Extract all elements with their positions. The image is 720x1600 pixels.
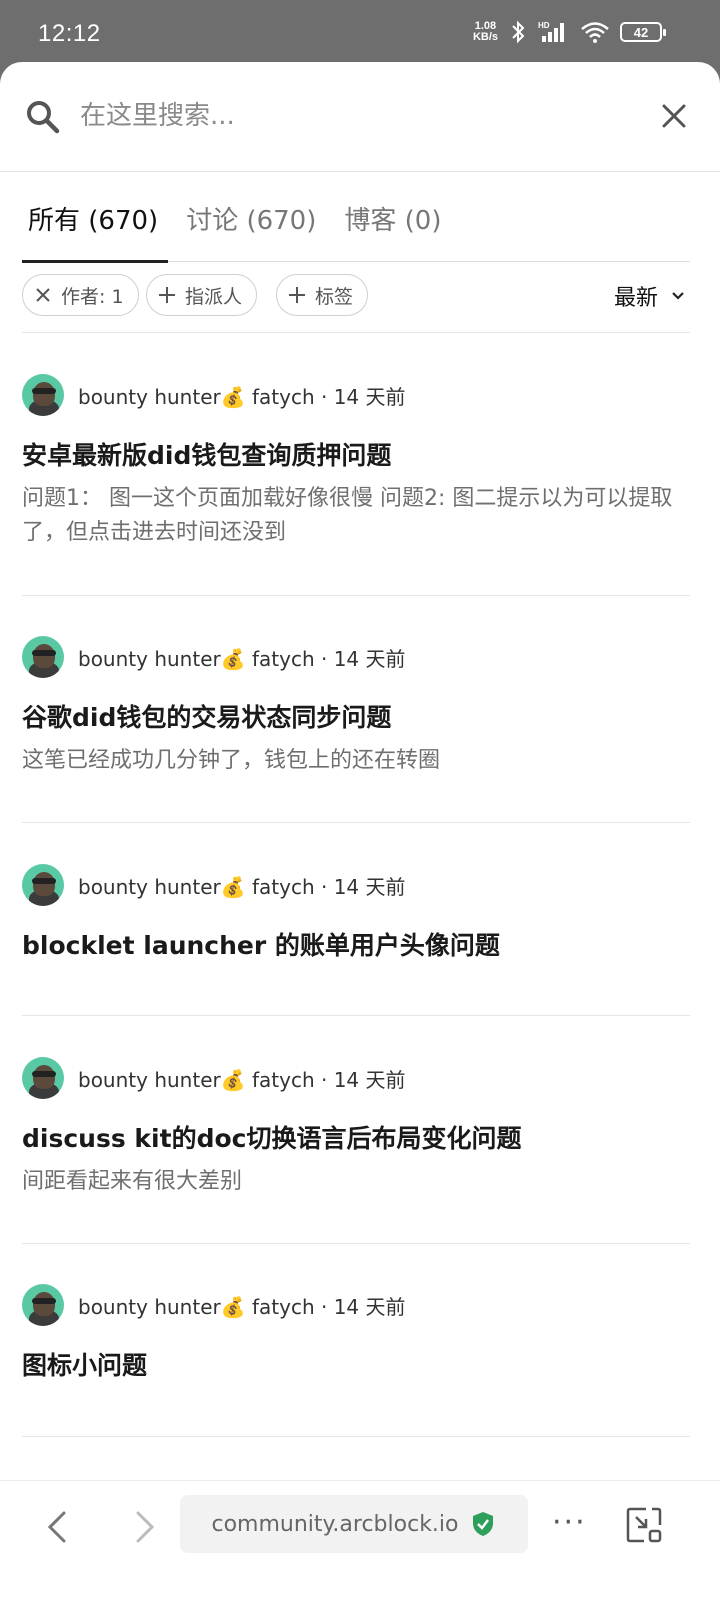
plus-icon	[159, 287, 175, 303]
tab-blogs[interactable]: 博客 (0)	[338, 190, 447, 261]
post-item[interactable]: bounty hunter💰 fatych · 14 天前 blocklet l…	[22, 864, 690, 1016]
bluetooth-icon	[512, 20, 525, 44]
tab-discussions[interactable]: 讨论 (670)	[180, 190, 322, 261]
status-bar: 12:12 1.08 KB/s HD 42	[0, 0, 720, 62]
post-item[interactable]: bounty hunter💰 fatych · 14 天前 图标小问题	[22, 1284, 690, 1437]
post-meta: bounty hunter💰 fatych · 14 天前	[22, 636, 406, 678]
browser-toolbar: community.arcblock.io ···	[0, 1480, 720, 1600]
author-filter-chip[interactable]: 作者: 1	[22, 274, 139, 316]
avatar[interactable]	[22, 1284, 64, 1326]
post-author[interactable]: bounty hunter💰 fatych · 14 天前	[78, 1064, 406, 1093]
tab-all[interactable]: 所有 (670)	[22, 190, 169, 263]
plus-icon	[289, 287, 305, 303]
avatar[interactable]	[22, 636, 64, 678]
post-author[interactable]: bounty hunter💰 fatych · 14 天前	[78, 381, 406, 410]
post-item[interactable]: bounty hunter💰 fatych · 14 天前 discuss ki…	[22, 1057, 690, 1244]
close-icon[interactable]	[33, 285, 53, 305]
avatar[interactable]	[22, 1057, 64, 1099]
svg-text:HD: HD	[538, 21, 550, 30]
post-meta: bounty hunter💰 fatych · 14 天前	[22, 1057, 406, 1099]
search-icon	[27, 101, 60, 134]
picture-in-picture-icon[interactable]	[624, 1505, 664, 1545]
post-meta: bounty hunter💰 fatych · 14 天前	[22, 864, 406, 906]
sort-dropdown[interactable]: 最新	[614, 280, 686, 312]
avatar[interactable]	[22, 374, 64, 416]
post-title[interactable]: 图标小问题	[22, 1346, 147, 1382]
post-title[interactable]: 谷歌did钱包的交易状态同步问题	[22, 698, 391, 734]
avatar[interactable]	[22, 864, 64, 906]
sort-label: 最新	[613, 286, 658, 311]
back-icon[interactable]	[38, 1507, 78, 1547]
tab-bar: 所有 (670) 讨论 (670) 博客 (0)	[22, 190, 690, 263]
filter-bar: 作者: 1 指派人 标签 最新	[22, 274, 690, 320]
post-excerpt: 这笔已经成功几分钟了，钱包上的还在转圈	[22, 748, 441, 773]
battery-indicator: 42	[620, 22, 666, 42]
network-speed-unit: KB/s	[472, 31, 498, 43]
assignee-filter-label: 指派人	[185, 285, 243, 308]
tag-filter-chip[interactable]: 标签	[276, 274, 369, 316]
search-input[interactable]	[80, 92, 640, 140]
shield-check-icon	[472, 1512, 493, 1536]
author-filter-label: 作者: 1	[61, 285, 124, 308]
post-title[interactable]: discuss kit的doc切换语言后布局变化问题	[22, 1119, 521, 1155]
post-meta: bounty hunter💰 fatych · 14 天前	[22, 374, 406, 416]
url-text: community.arcblock.io	[211, 1511, 459, 1537]
close-icon[interactable]	[656, 98, 692, 134]
post-author[interactable]: bounty hunter💰 fatych · 14 天前	[78, 871, 406, 900]
post-title[interactable]: blocklet launcher 的账单用户头像问题	[22, 926, 500, 962]
post-item[interactable]: bounty hunter💰 fatych · 14 天前 谷歌did钱包的交易…	[22, 636, 690, 823]
cellular-signal-icon: HD	[538, 21, 564, 42]
post-excerpt: 间距看起来有很大差别	[22, 1169, 243, 1194]
assignee-filter-chip[interactable]: 指派人	[146, 274, 258, 316]
wifi-icon	[581, 22, 609, 43]
post-author[interactable]: bounty hunter💰 fatych · 14 天前	[78, 1291, 406, 1320]
status-time: 12:12	[38, 20, 101, 47]
status-icons: 1.08 KB/s HD 42	[473, 20, 666, 44]
forward-icon[interactable]	[124, 1507, 164, 1547]
search-sheet: 所有 (670) 讨论 (670) 博客 (0) 作者: 1 指派人 标签 最新…	[0, 62, 720, 1600]
post-excerpt: 问题1： 图一这个页面加载好像很慢 问题2: 图二提示以为可以提取了，但点击进去…	[22, 486, 673, 545]
tag-filter-label: 标签	[315, 285, 354, 308]
network-speed: 1.08 KB/s	[473, 21, 498, 43]
post-author[interactable]: bounty hunter💰 fatych · 14 天前	[78, 643, 406, 672]
search-bar	[0, 62, 720, 172]
chevron-down-icon	[672, 292, 684, 300]
post-meta: bounty hunter💰 fatych · 14 天前	[22, 1284, 406, 1326]
post-title[interactable]: 安卓最新版did钱包查询质押问题	[22, 436, 391, 472]
more-options-icon[interactable]: ···	[552, 1505, 587, 1540]
address-bar[interactable]: community.arcblock.io	[180, 1495, 528, 1553]
divider	[22, 332, 690, 333]
post-item[interactable]: bounty hunter💰 fatych · 14 天前 安卓最新版did钱包…	[22, 374, 690, 596]
